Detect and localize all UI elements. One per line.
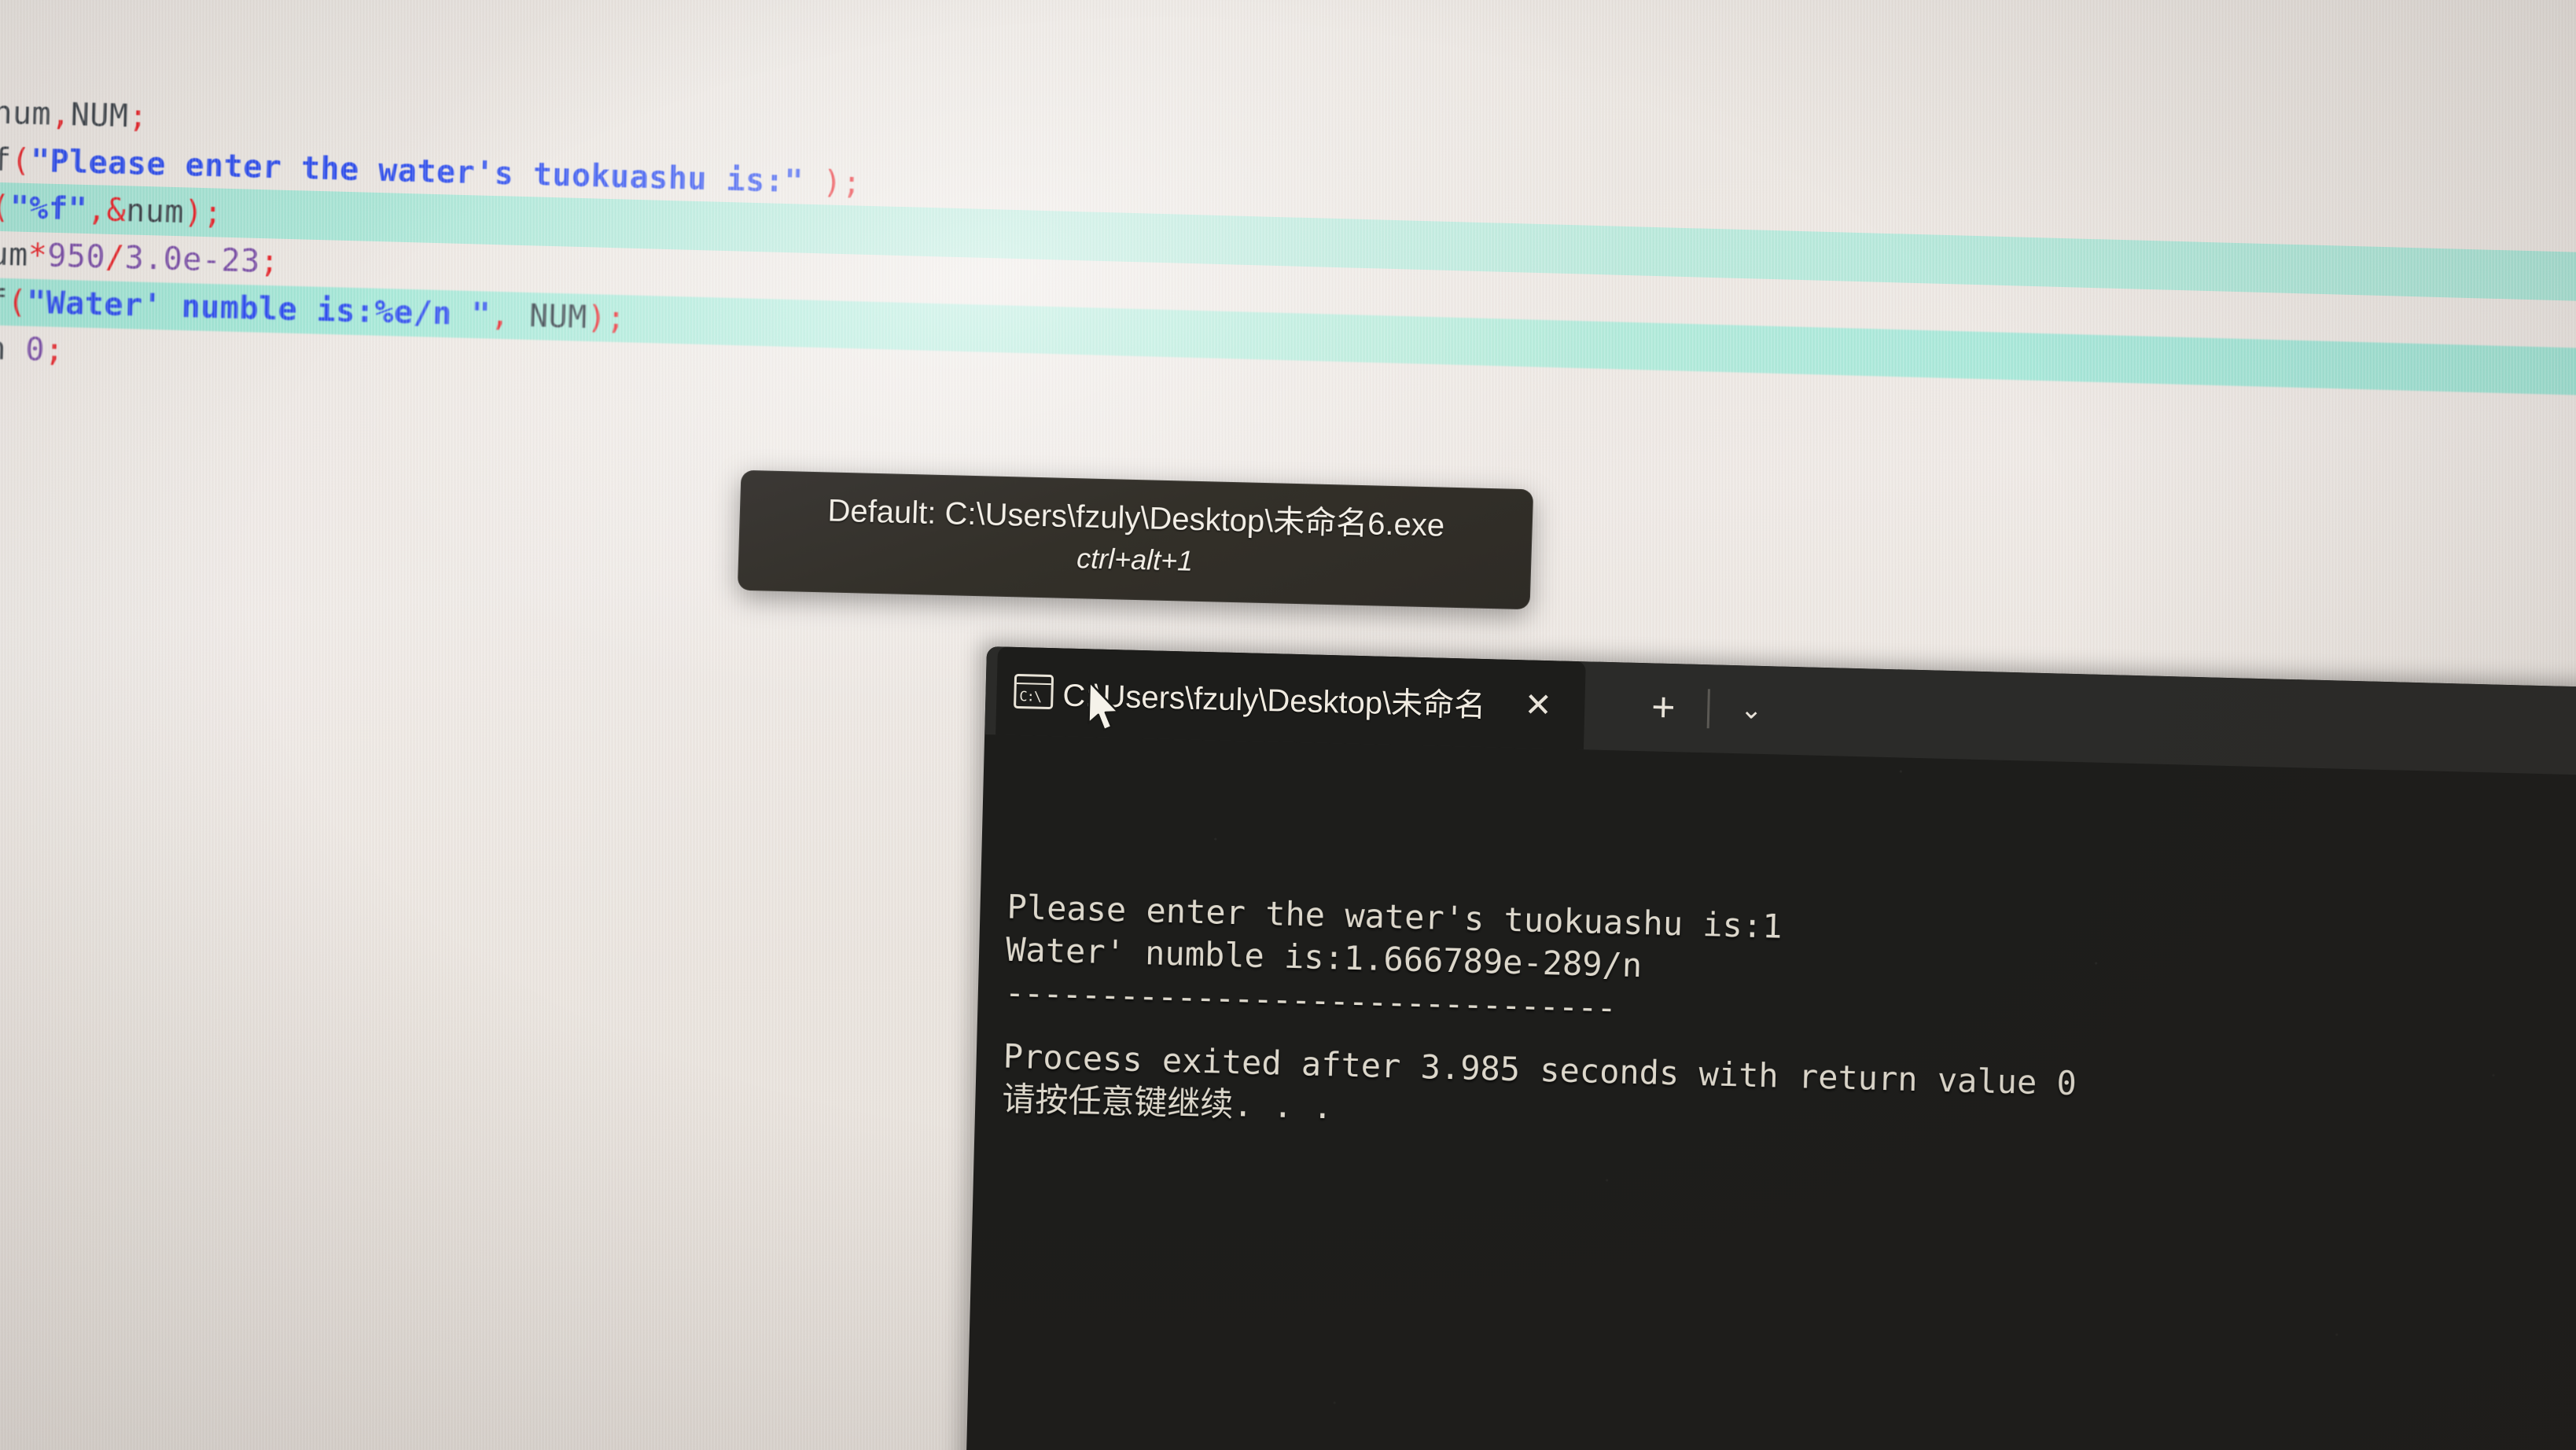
cmd-console-icon: C:\	[1014, 673, 1054, 710]
toolbar-divider	[1706, 689, 1710, 729]
line-scanf-token-5: )	[183, 194, 204, 231]
line-scanf-token-1: "%f"	[9, 190, 88, 228]
line-calc-token-4: 3.0e-23	[123, 240, 261, 280]
compiler-default-tooltip: Default: C:\Users\fzuly\Desktop\未命名6.exe…	[737, 469, 1534, 610]
close-icon[interactable]: ✕	[1515, 685, 1562, 724]
screen-photo: num,NUM; f("Please enter the water's tuok…	[0, 0, 2576, 1450]
line-return-token-0: n	[0, 330, 7, 368]
line-declare-token-0: num	[0, 94, 52, 133]
chevron-down-icon[interactable]: ⌄	[1731, 694, 1772, 726]
line-printf-result-token-1: (	[6, 284, 28, 321]
line-calc-token-5: ;	[259, 243, 280, 281]
line-printf-result-token-3: ,	[490, 296, 511, 334]
line-scanf-token-6: ;	[202, 194, 223, 232]
line-printf-result-token-4: NUM	[509, 297, 588, 336]
line-calc-token-3: /	[105, 239, 126, 277]
line-declare-token-1: ,	[50, 96, 72, 134]
terminal-window[interactable]: C:\ C:\Users\fzuly\Desktop\未命名 ✕ + ⌄ Ple…	[965, 646, 2576, 1450]
line-calc-token-1: *	[28, 237, 48, 274]
line-printf-prompt-token-4: ;	[841, 164, 863, 202]
line-printf-result-token-5: )	[587, 299, 607, 337]
line-printf-prompt-token-3: )	[803, 164, 843, 201]
line-scanf-token-4: num	[125, 193, 185, 231]
terminal-output-area[interactable]: Please enter the water's tuokuashu is:1 W…	[975, 734, 2576, 1162]
line-declare-token-2: NUM	[70, 97, 130, 135]
line-printf-result-token-6: ;	[605, 300, 627, 337]
line-scanf-token-2: ,	[86, 191, 108, 229]
line-printf-prompt-token-1: (	[10, 142, 31, 179]
line-declare-token-3: ;	[127, 98, 149, 135]
line-calc-token-0: um	[0, 236, 29, 274]
line-printf-result-token-2: "Water' numble is:%e/n "	[26, 284, 491, 333]
cmd-console-icon-label: C:\	[1019, 689, 1042, 705]
terminal-tab-active[interactable]: C:\ C:\Users\fzuly\Desktop\未命名 ✕	[995, 646, 1586, 750]
line-calc-token-2: 950	[46, 237, 106, 276]
new-tab-plus-icon[interactable]: +	[1641, 683, 1687, 731]
line-scanf-token-3: &	[106, 192, 127, 230]
code-editor-pane[interactable]: num,NUM; f("Please enter the water's tuok…	[0, 0, 2576, 396]
line-printf-prompt-token-0: f	[0, 142, 13, 179]
line-return-token-1: 0	[24, 331, 46, 369]
terminal-tab-title: C:\Users\fzuly\Desktop\未命名	[1062, 678, 1486, 724]
line-return-token-2: ;	[44, 332, 65, 369]
